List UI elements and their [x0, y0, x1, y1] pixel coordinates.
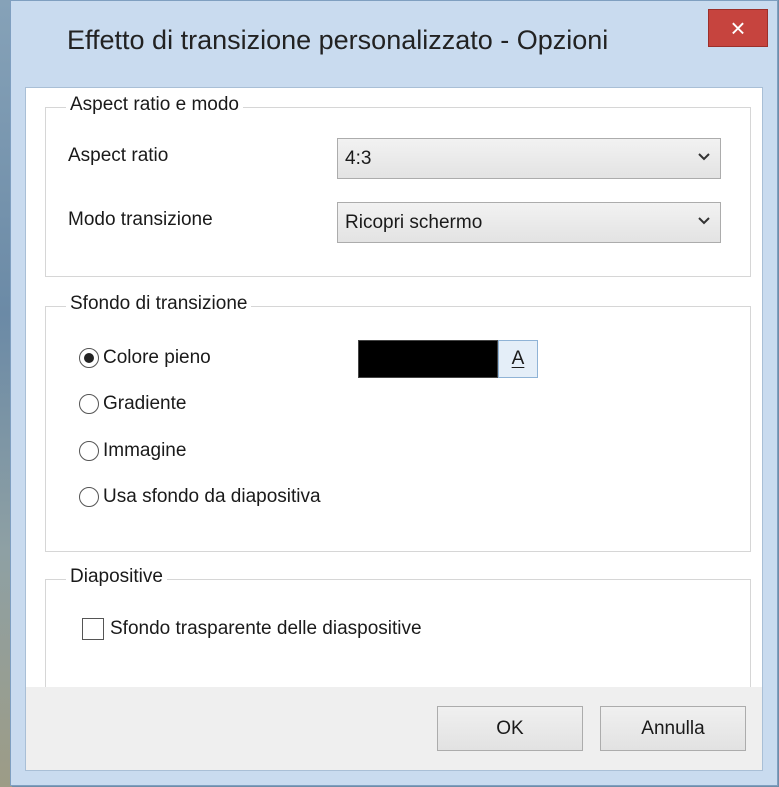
close-icon: × [730, 13, 746, 43]
radio-button[interactable] [79, 394, 99, 414]
transition-background-group: Sfondo di transizione Colore pieno Gradi… [45, 293, 751, 552]
aspect-mode-group: Aspect ratio e modo Aspect ratio 4:3 Mod… [45, 94, 751, 277]
radio-button[interactable] [79, 348, 99, 368]
radio-label: Gradiente [103, 393, 187, 414]
checkbox-label: Sfondo trasparente delle diaspositive [110, 618, 422, 639]
aspect-ratio-select[interactable]: 4:3 [337, 138, 721, 179]
ok-button[interactable]: OK [437, 706, 583, 751]
slides-group: Diapositive Sfondo trasparente delle dia… [45, 566, 751, 689]
radio-slide-background[interactable]: Usa sfondo da diapositiva [79, 484, 321, 510]
slides-legend: Diapositive [66, 566, 167, 588]
aspect-mode-legend: Aspect ratio e modo [66, 94, 243, 116]
chevron-down-icon [698, 153, 710, 161]
transition-mode-label: Modo transizione [68, 209, 213, 230]
radio-button[interactable] [79, 487, 99, 507]
close-button[interactable]: × [708, 9, 768, 47]
radio-label: Usa sfondo da diapositiva [103, 486, 321, 507]
radio-label: Colore pieno [103, 347, 211, 368]
aspect-ratio-label: Aspect ratio [68, 145, 169, 166]
transparent-background-option[interactable]: Sfondo trasparente delle diaspositive [82, 618, 422, 640]
dialog-title: Effetto di transizione personalizzato - … [67, 25, 609, 55]
title-bar[interactable]: Effetto di transizione personalizzato - … [11, 1, 777, 87]
dialog-content: Aspect ratio e modo Aspect ratio 4:3 Mod… [25, 87, 763, 771]
transition-mode-value: Ricopri schermo [345, 212, 483, 233]
transparent-background-checkbox[interactable] [82, 618, 104, 640]
transition-background-legend: Sfondo di transizione [66, 293, 252, 315]
radio-label: Immagine [103, 440, 187, 461]
aspect-ratio-value: 4:3 [345, 148, 372, 169]
radio-button[interactable] [79, 441, 99, 461]
button-bar: OK Annulla [26, 687, 762, 770]
radio-solid-color[interactable]: Colore pieno [79, 345, 211, 371]
font-color-button[interactable]: A [498, 340, 538, 378]
dialog-window: Effetto di transizione personalizzato - … [10, 0, 778, 786]
cancel-button[interactable]: Annulla [600, 706, 746, 751]
radio-gradient[interactable]: Gradiente [79, 391, 186, 417]
radio-image[interactable]: Immagine [79, 438, 186, 464]
transition-mode-select[interactable]: Ricopri schermo [337, 202, 721, 243]
chevron-down-icon [698, 217, 710, 225]
color-swatch[interactable] [358, 340, 498, 378]
